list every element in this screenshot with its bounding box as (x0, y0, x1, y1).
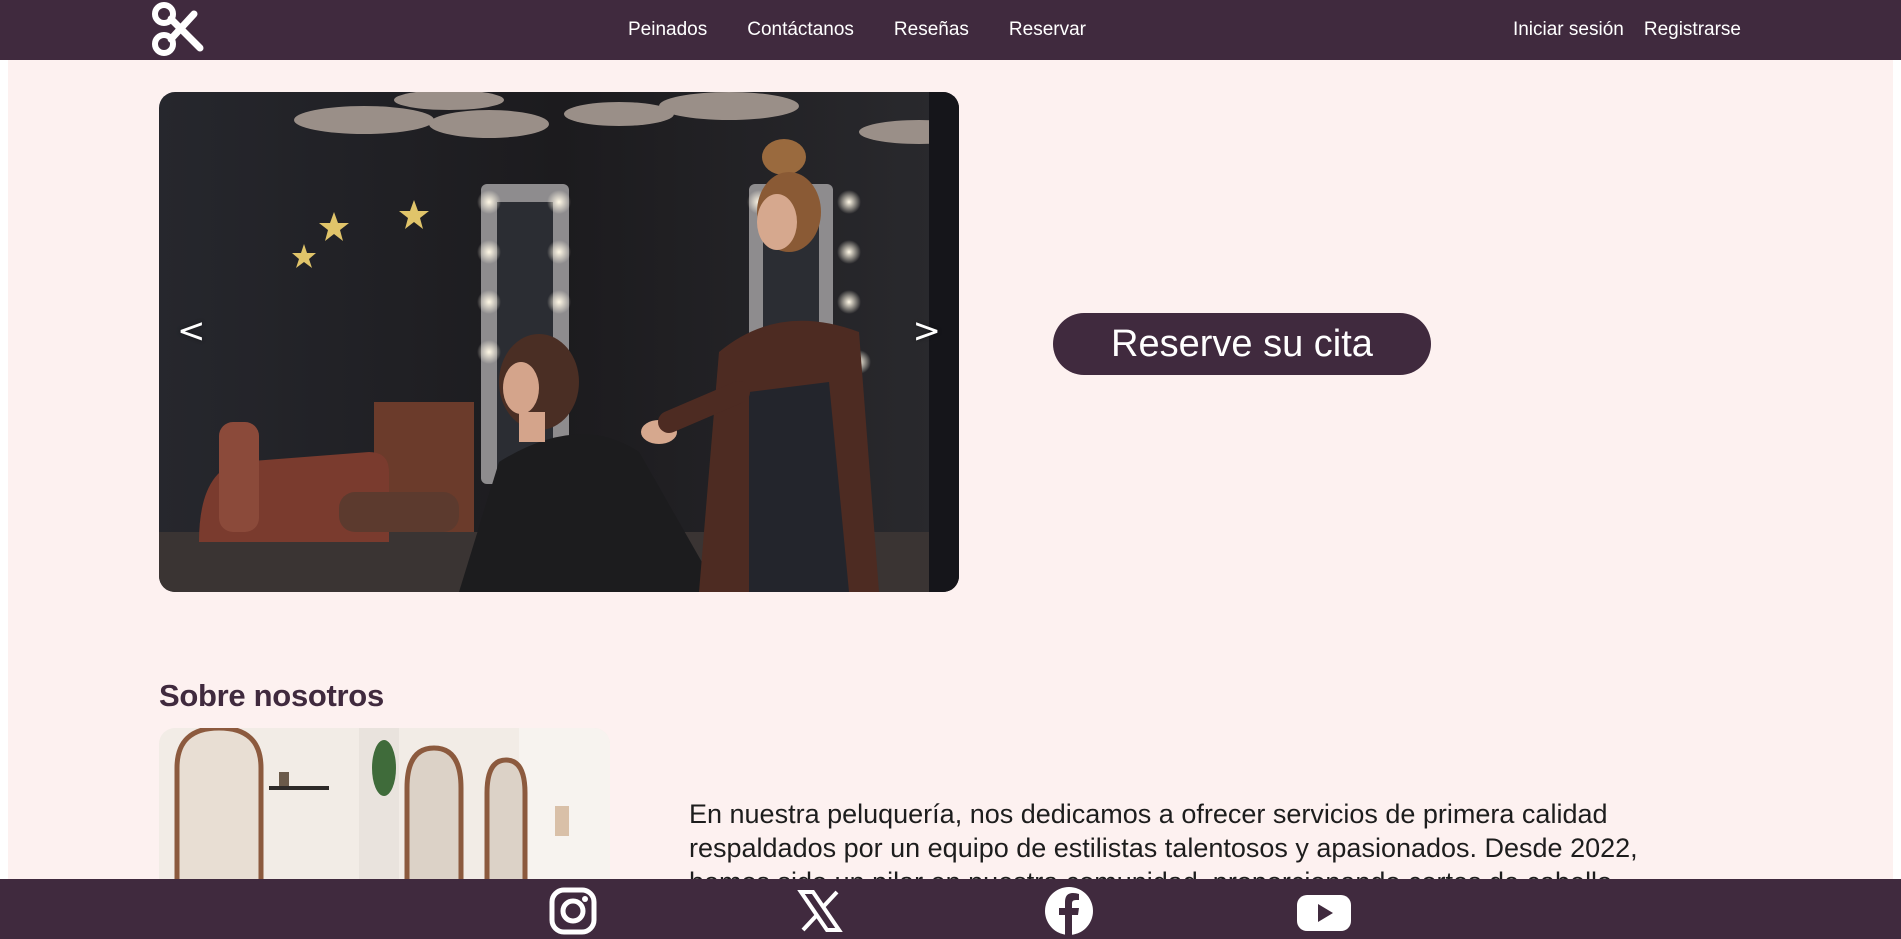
main-content: < > Reserve su cita Sobre nosotros En nu… (8, 60, 1893, 880)
carousel-prev-button[interactable]: < (177, 314, 206, 348)
top-navbar: Peinados Contáctanos Reseñas Reservar In… (0, 0, 1901, 60)
nav-link-peinados[interactable]: Peinados (628, 19, 707, 41)
footer-bar (0, 879, 1901, 939)
nav-link-contactanos[interactable]: Contáctanos (747, 19, 854, 41)
about-description: En nuestra peluquería, nos dedicamos a o… (689, 799, 1638, 880)
auth-nav: Iniciar sesión Registrarse (1513, 0, 1741, 60)
scissors-icon[interactable] (150, 2, 204, 56)
carousel-next-button[interactable]: > (913, 314, 942, 348)
about-title: Sobre nosotros (159, 678, 384, 713)
youtube-icon[interactable] (1296, 885, 1351, 937)
hero-carousel: < > (159, 92, 959, 592)
about-salon-image (159, 728, 610, 880)
nav-link-reservar[interactable]: Reservar (1009, 19, 1086, 41)
register-link[interactable]: Registrarse (1644, 19, 1741, 41)
x-icon[interactable] (794, 885, 846, 937)
nav-link-resenas[interactable]: Reseñas (894, 19, 969, 41)
main-nav: Peinados Contáctanos Reseñas Reservar (628, 0, 1086, 60)
facebook-icon[interactable] (1043, 885, 1095, 937)
login-link[interactable]: Iniciar sesión (1513, 19, 1624, 41)
hero-salon-image (159, 92, 959, 592)
book-appointment-button[interactable]: Reserve su cita (1053, 313, 1431, 375)
instagram-icon[interactable] (547, 885, 599, 937)
